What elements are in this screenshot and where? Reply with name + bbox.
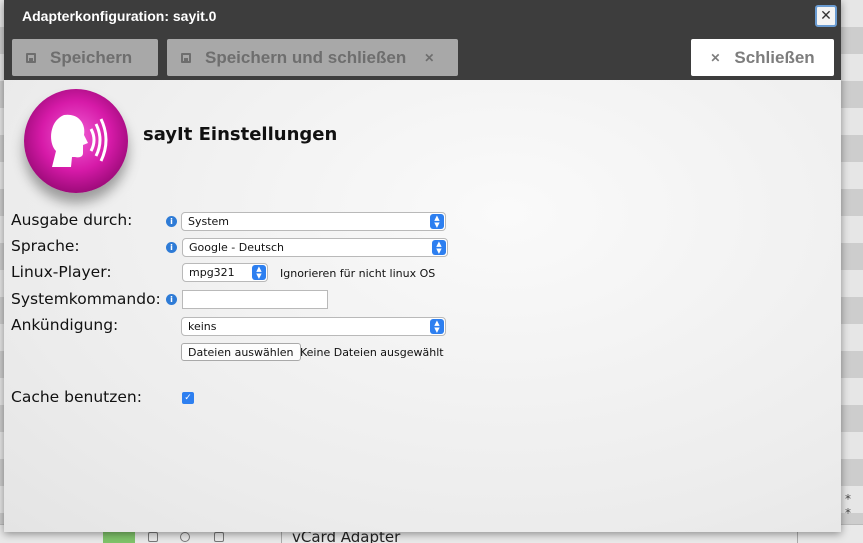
background-stop-icon [148, 532, 158, 542]
page-title: sayIt Einstellungen [143, 124, 338, 145]
cache-checkbox[interactable]: ✓ [182, 392, 194, 404]
save-button-label: Speichern [50, 47, 133, 67]
dialog-title: Adapterkonfiguration: sayit.0 [22, 8, 217, 24]
close-button-label: Schließen [734, 47, 815, 67]
close-icon: ✕ [424, 50, 435, 65]
speaking-head-icon [24, 89, 128, 193]
linux-player-hint: Ignorieren für nicht linux OS [280, 267, 436, 280]
background-delete-icon [214, 532, 224, 542]
save-button[interactable]: Speichern [12, 39, 158, 76]
info-icon[interactable]: i [166, 216, 177, 227]
language-select-value: Google - Deutsch [189, 241, 285, 254]
system-command-input[interactable] [182, 290, 328, 309]
dialog-titlebar: Adapterkonfiguration: sayit.0 ✕ [4, 0, 841, 33]
choose-files-button[interactable]: Dateien auswählen [181, 343, 301, 361]
close-icon: ✕ [820, 8, 832, 24]
checkmark-icon: ✓ [184, 393, 192, 403]
linux-player-select[interactable]: mpg321 ▲ ▼ [182, 263, 268, 282]
announcement-select-value: keins [188, 320, 217, 333]
announcement-label: Ankündigung: [11, 316, 119, 334]
language-label: Sprache: [11, 237, 80, 255]
background-reload-icon [180, 532, 190, 542]
close-button[interactable]: ✕ Schließen [691, 39, 834, 76]
announcement-select[interactable]: keins ▲ ▼ [181, 317, 446, 336]
chevron-updown-icon: ▲ ▼ [252, 265, 266, 280]
save-icon [26, 52, 36, 63]
system-command-label: Systemkommando: [11, 290, 161, 308]
close-icon: ✕ [710, 50, 721, 65]
info-icon[interactable]: i [166, 242, 177, 253]
background-status-indicator [103, 532, 135, 543]
output-select-value: System [188, 215, 230, 228]
dialog-close-button[interactable]: ✕ [815, 5, 837, 27]
linux-player-value: mpg321 [189, 266, 235, 279]
save-and-close-label: Speichern und schließen [205, 47, 407, 67]
save-icon [181, 52, 191, 63]
chevron-updown-icon: ▲ ▼ [430, 214, 444, 229]
language-select[interactable]: Google - Deutsch ▲ ▼ [182, 238, 448, 257]
chevron-updown-icon: ▲ ▼ [430, 319, 444, 334]
background-stars: * * [845, 492, 852, 520]
info-icon[interactable]: i [166, 294, 177, 305]
output-label: Ausgabe durch: [11, 211, 133, 229]
dialog-toolbar: Speichern Speichern und schließen ✕ ✕ Sc… [4, 33, 841, 80]
save-and-close-button[interactable]: Speichern und schließen ✕ [167, 39, 458, 76]
file-status-text: Keine Dateien ausgewählt [300, 346, 444, 359]
output-select[interactable]: System ▲ ▼ [181, 212, 446, 231]
linux-player-label: Linux-Player: [11, 263, 112, 281]
adapter-config-dialog: Adapterkonfiguration: sayit.0 ✕ Speicher… [4, 0, 841, 532]
cache-label: Cache benutzen: [11, 388, 142, 406]
chevron-updown-icon: ▲ ▼ [432, 240, 446, 255]
